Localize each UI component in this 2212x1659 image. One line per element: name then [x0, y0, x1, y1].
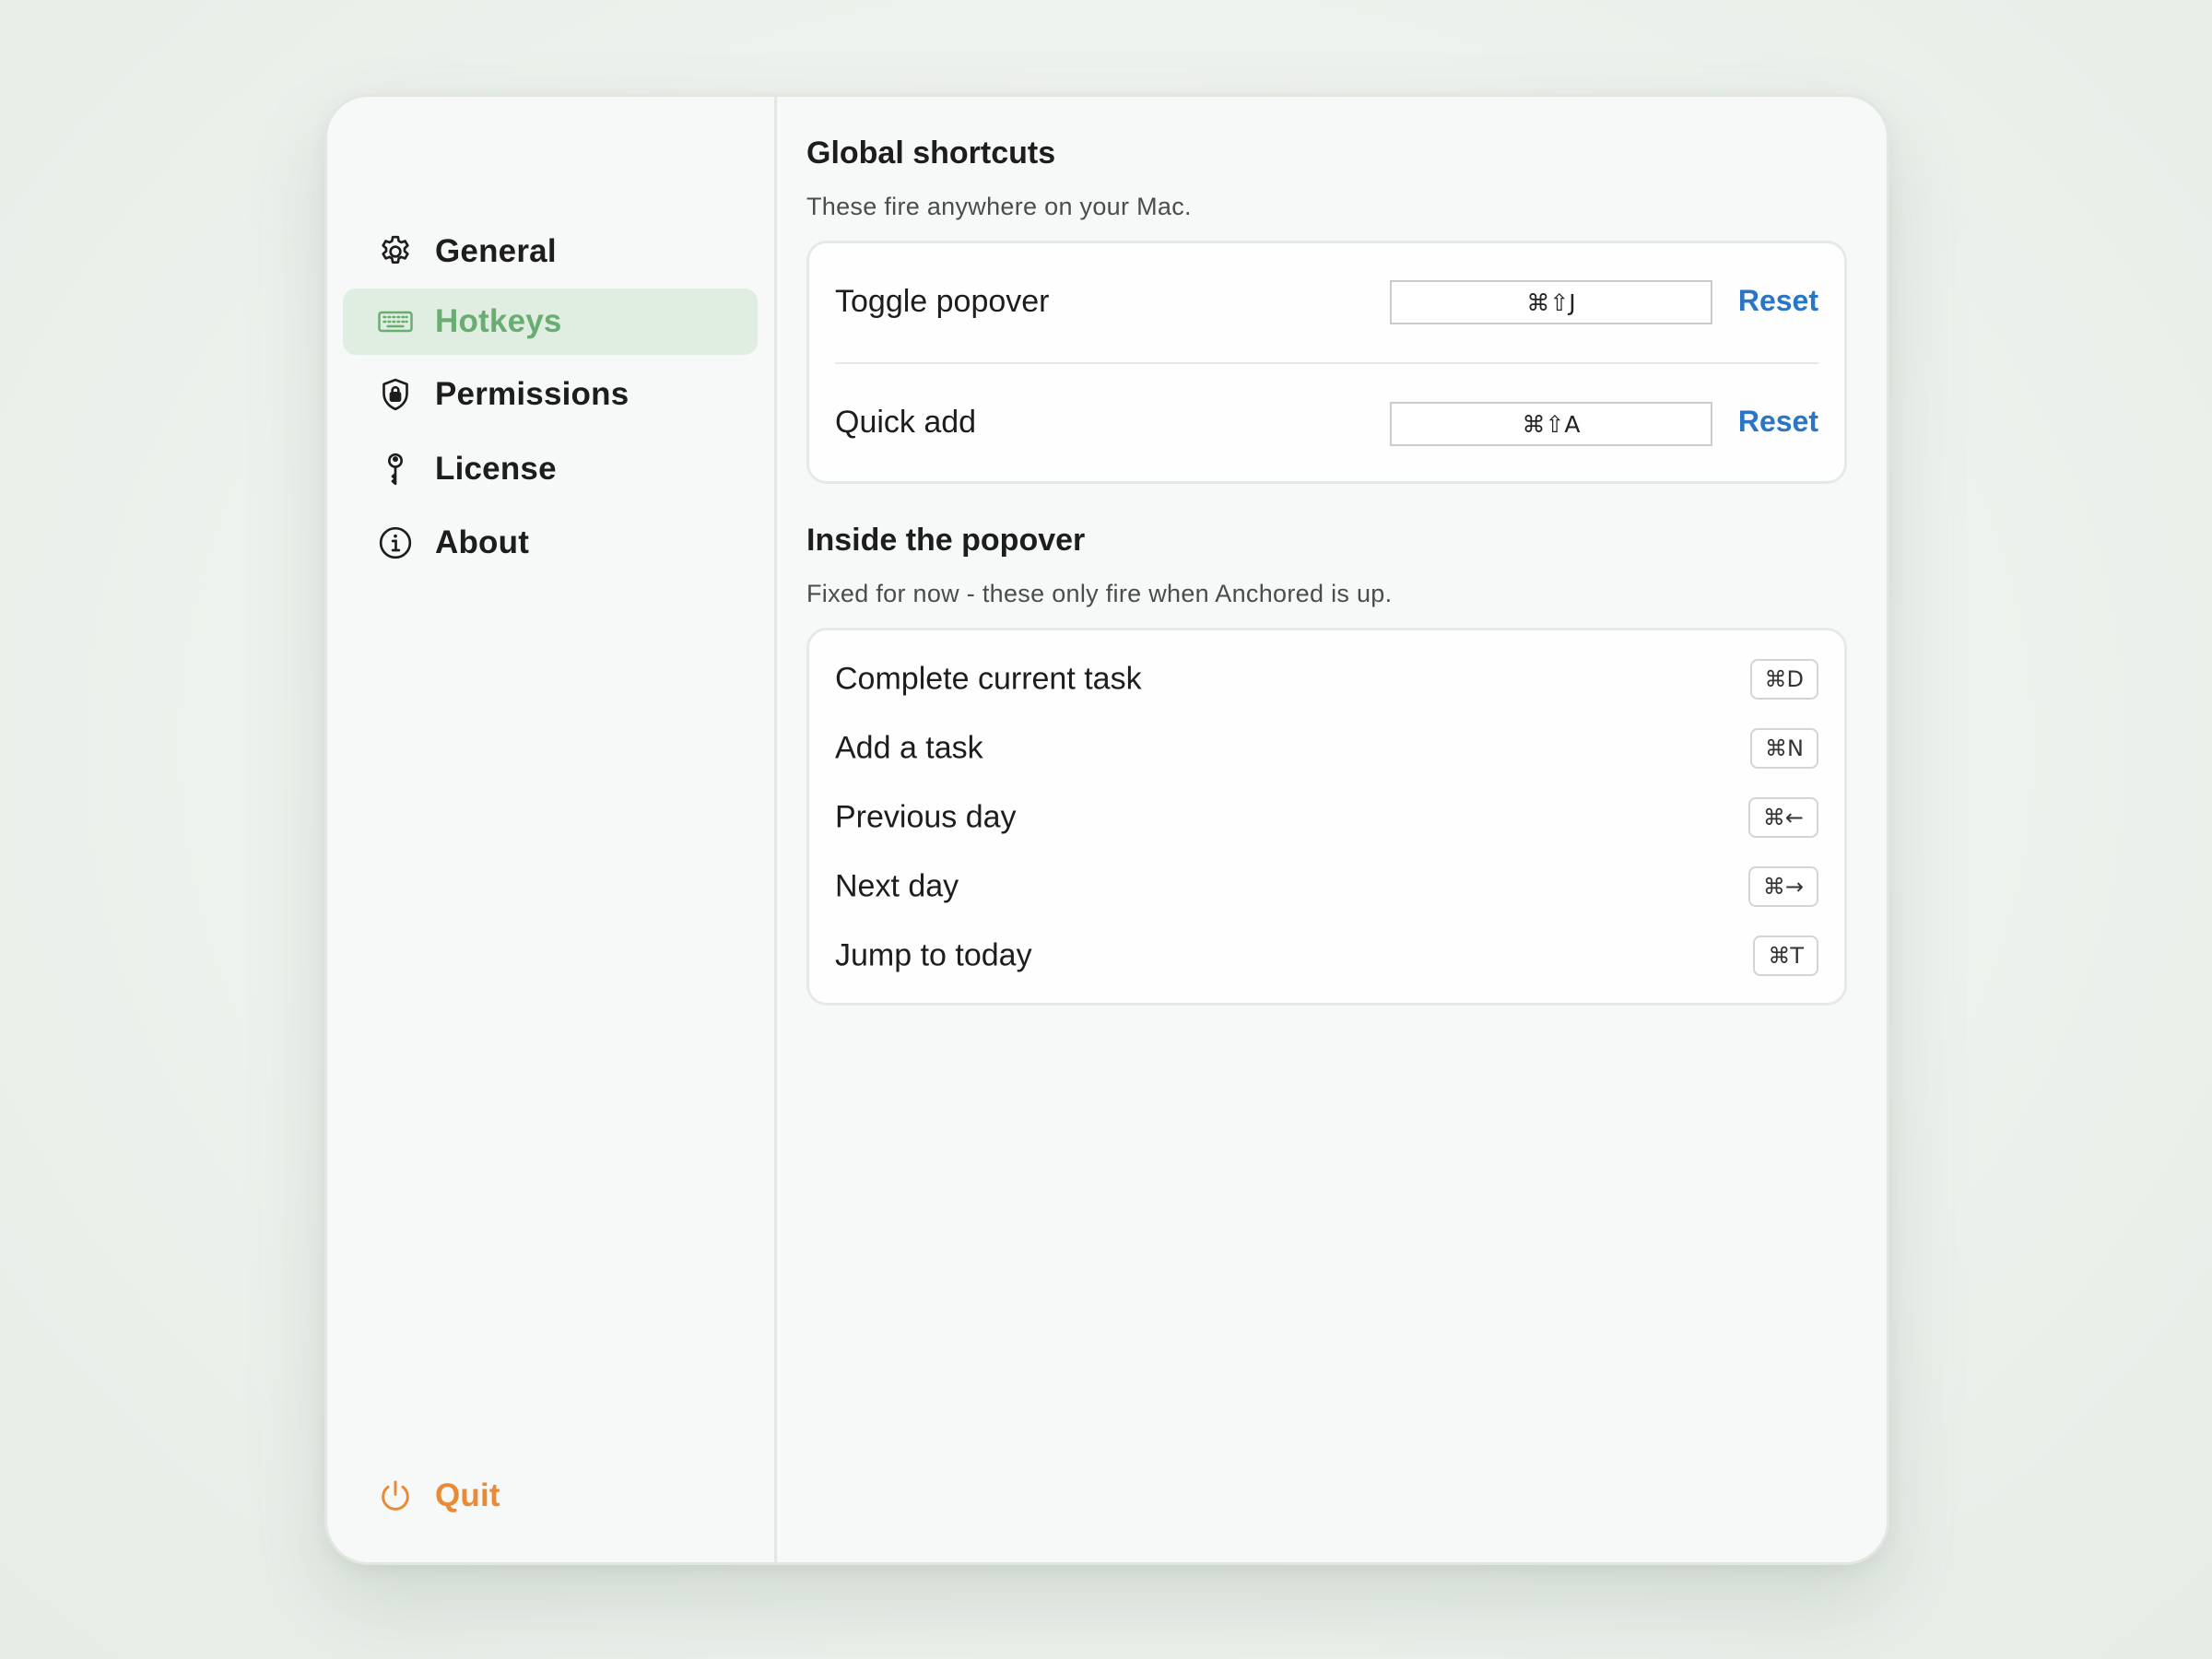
sidebar-item-label: License: [435, 451, 557, 487]
shortcut-row-toggle-popover: Toggle popover ⌘⇧J Reset: [809, 243, 1844, 363]
list-item: Next day ⌘→: [809, 852, 1844, 921]
inside-popover-title: Inside the popover: [806, 523, 1086, 558]
shortcut-label: Previous day: [835, 799, 1017, 834]
list-item: Complete current task ⌘D: [809, 644, 1844, 713]
shortcut-label: Complete current task: [835, 661, 1142, 696]
global-shortcuts-subtitle: These fire anywhere on your Mac.: [806, 193, 1192, 220]
shortcut-badge: ⌘D: [1749, 658, 1818, 700]
quick-add-recorder[interactable]: ⌘⇧A: [1390, 402, 1712, 446]
quit-button[interactable]: Quit: [343, 1463, 758, 1529]
inside-popover-subtitle: Fixed for now - these only fire when Anc…: [806, 580, 1393, 607]
shortcut-label: Toggle popover: [835, 284, 1050, 319]
sidebar-item-hotkeys[interactable]: Hotkeys: [343, 288, 758, 355]
shortcut-row-quick-add: Quick add ⌘⇧A Reset: [809, 365, 1844, 485]
sidebar-item-license[interactable]: License: [343, 436, 758, 502]
sidebar-item-permissions[interactable]: Permissions: [343, 361, 758, 428]
list-item: Jump to today ⌘T: [809, 921, 1844, 990]
key-icon: [376, 450, 415, 488]
popover-shortcuts-card: Complete current task ⌘D Add a task ⌘N P…: [806, 628, 1847, 1006]
shortcut-label: Quick add: [835, 405, 977, 440]
sidebar: General Hotkeys Permissions License Abou…: [327, 97, 777, 1562]
toggle-popover-reset-button[interactable]: Reset: [1738, 284, 1818, 318]
sidebar-item-about[interactable]: About: [343, 510, 758, 576]
row-divider: [835, 362, 1818, 364]
hotkeys-pane: Global shortcuts These fire anywhere on …: [777, 97, 1887, 1562]
shortcut-badge: ⌘N: [1750, 727, 1818, 769]
shortcut-label: Jump to today: [835, 937, 1032, 972]
list-item: Previous day ⌘←: [809, 782, 1844, 852]
toggle-popover-recorder[interactable]: ⌘⇧J: [1390, 280, 1712, 324]
global-shortcuts-title: Global shortcuts: [806, 135, 1056, 171]
global-shortcuts-card: Toggle popover ⌘⇧J Reset Quick add ⌘⇧A R…: [806, 241, 1847, 484]
shield-icon: [376, 375, 415, 414]
shortcut-badge: ⌘T: [1753, 935, 1818, 976]
sidebar-item-general[interactable]: General: [343, 218, 758, 285]
sidebar-item-label: General: [435, 233, 557, 269]
shortcut-badge: ⌘→: [1747, 865, 1818, 907]
quick-add-reset-button[interactable]: Reset: [1738, 405, 1818, 439]
sidebar-item-label: Permissions: [435, 376, 629, 412]
power-icon: [376, 1477, 415, 1515]
sidebar-item-label: About: [435, 524, 530, 560]
keyboard-icon: [376, 302, 415, 341]
settings-window: General Hotkeys Permissions License Abou…: [324, 94, 1889, 1565]
list-item: Add a task ⌘N: [809, 713, 1844, 782]
shortcut-badge: ⌘←: [1747, 796, 1818, 838]
gear-icon: [376, 232, 415, 271]
sidebar-item-label: Hotkeys: [435, 303, 562, 339]
info-icon: [376, 524, 415, 562]
quit-label: Quit: [435, 1477, 500, 1513]
shortcut-label: Add a task: [835, 730, 983, 765]
shortcut-label: Next day: [835, 868, 959, 903]
